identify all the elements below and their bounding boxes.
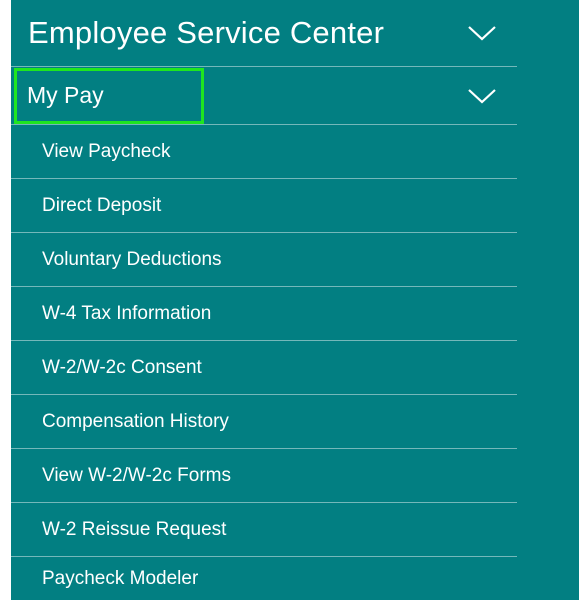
menu-item-label: W-2 Reissue Request	[42, 518, 227, 540]
menu-item-label: Direct Deposit	[42, 194, 162, 216]
menu-item-view-w2-forms[interactable]: View W-2/W-2c Forms	[11, 449, 517, 503]
menu-item-label: View Paycheck	[42, 140, 171, 162]
employee-service-center-header[interactable]: Employee Service Center	[11, 0, 517, 67]
menu-item-paycheck-modeler[interactable]: Paycheck Modeler	[11, 557, 517, 600]
menu-item-w2-consent[interactable]: W-2/W-2c Consent	[11, 341, 517, 395]
subsection-title: My Pay	[27, 82, 104, 108]
menu-item-label: View W-2/W-2c Forms	[42, 464, 231, 486]
section-title: Employee Service Center	[28, 15, 385, 50]
chevron-down-icon[interactable]	[467, 25, 497, 41]
menu-item-voluntary-deductions[interactable]: Voluntary Deductions	[11, 233, 517, 287]
menu-item-w4-tax-information[interactable]: W-4 Tax Information	[11, 287, 517, 341]
menu-item-label: Compensation History	[42, 410, 229, 432]
menu-item-w2-reissue-request[interactable]: W-2 Reissue Request	[11, 503, 517, 557]
menu-item-label: Paycheck Modeler	[42, 567, 199, 589]
menu-item-view-paycheck[interactable]: View Paycheck	[11, 125, 517, 179]
my-pay-header[interactable]: My Pay	[11, 67, 517, 125]
chevron-down-icon[interactable]	[467, 88, 497, 104]
menu-item-label: Voluntary Deductions	[42, 248, 222, 270]
menu-item-label: W-2/W-2c Consent	[42, 356, 202, 378]
menu-item-label: W-4 Tax Information	[42, 302, 212, 324]
menu-item-compensation-history[interactable]: Compensation History	[11, 395, 517, 449]
sidebar-menu: Employee Service Center My Pay View Payc…	[11, 0, 579, 600]
menu-item-direct-deposit[interactable]: Direct Deposit	[11, 179, 517, 233]
